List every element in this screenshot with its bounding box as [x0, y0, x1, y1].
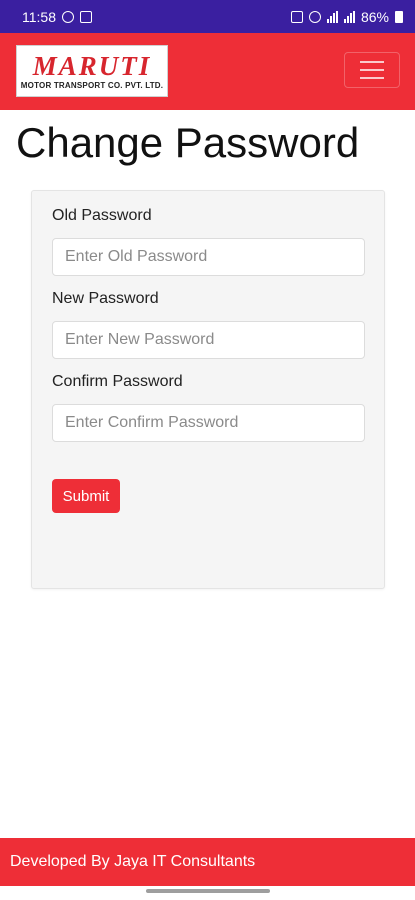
footer: Developed By Jaya IT Consultants — [0, 838, 415, 886]
old-password-label: Old Password — [52, 207, 152, 224]
signal-2-icon — [343, 10, 355, 23]
confirm-password-label: Confirm Password — [52, 373, 183, 390]
menu-toggle-button[interactable] — [344, 52, 400, 88]
footer-credit: Developed By Jaya IT Consultants — [10, 853, 256, 870]
logo-main-text: MARUTI — [32, 50, 152, 81]
battery-percent: 86% — [360, 8, 389, 25]
hamburger-icon-bar-3 — [360, 77, 384, 79]
hamburger-icon-bar-2 — [360, 69, 384, 71]
alarm-icon — [290, 10, 303, 23]
battery-icon — [395, 10, 403, 23]
status-right: 86% — [290, 8, 403, 25]
status-bar: 11:58 86% — [0, 0, 415, 33]
gallery-icon — [80, 10, 92, 23]
hamburger-icon-bar-1 — [360, 61, 384, 63]
signal-icon — [326, 10, 338, 23]
submit-button[interactable]: Submit — [52, 479, 120, 513]
home-indicator[interactable] — [146, 889, 270, 893]
page-title: Change Password — [16, 119, 360, 166]
wifi-icon — [308, 10, 321, 23]
confirm-password-input[interactable] — [52, 404, 365, 442]
new-password-label: New Password — [52, 290, 159, 307]
new-password-input[interactable] — [52, 321, 365, 359]
old-password-input[interactable] — [52, 238, 365, 276]
change-password-form: Old Password New Password Confirm Passwo… — [31, 190, 385, 589]
notification-icon — [62, 10, 74, 23]
status-left: 11:58 — [22, 9, 92, 25]
status-time: 11:58 — [22, 8, 56, 25]
navbar: MARUTI MOTOR TRANSPORT CO. PVT. LTD. — [0, 33, 415, 110]
logo-sub-text: MOTOR TRANSPORT CO. PVT. LTD. — [20, 80, 164, 90]
brand-logo[interactable]: MARUTI MOTOR TRANSPORT CO. PVT. LTD. — [16, 45, 168, 97]
